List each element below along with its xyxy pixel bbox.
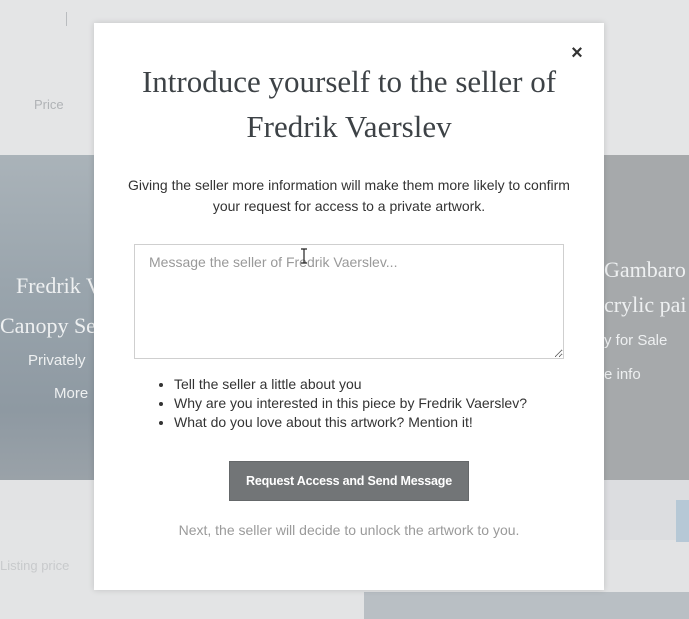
background-price-filter[interactable]: Price [34,97,64,112]
background-left-title: Canopy Se [0,313,96,338]
background-button-edge [676,500,689,542]
background-left-status: Privately [28,352,86,369]
message-tips-list: Tell the seller a little about you Why a… [156,375,527,432]
modal-subtitle: Giving the seller more information will … [128,177,570,214]
background-listing-price: Listing price [0,558,70,573]
background-divider [66,12,67,26]
background-right-status: y for Sale [604,332,668,349]
tip-item: Tell the seller a little about you [174,375,527,394]
introduce-yourself-modal: × Introduce yourself to the seller of Fr… [94,23,604,590]
request-access-button[interactable]: Request Access and Send Message [229,461,469,501]
background-right-artist: Gambaro [604,257,686,282]
background-right-title: crylic pai [604,292,687,317]
text-cursor-icon [301,248,307,264]
tip-item: What do you love about this artwork? Men… [174,413,527,432]
next-step-note: Next, the seller will decide to unlock t… [178,522,520,538]
message-input[interactable] [134,244,564,359]
background-right-link[interactable]: e info [604,366,641,383]
background-left-link[interactable]: More [54,385,88,402]
tip-item: Why are you interested in this piece by … [174,394,527,413]
background-next-artwork [364,592,689,619]
modal-title: Introduce yourself to the seller of Fred… [141,64,557,144]
background-left-artist: Fredrik V [16,273,102,298]
